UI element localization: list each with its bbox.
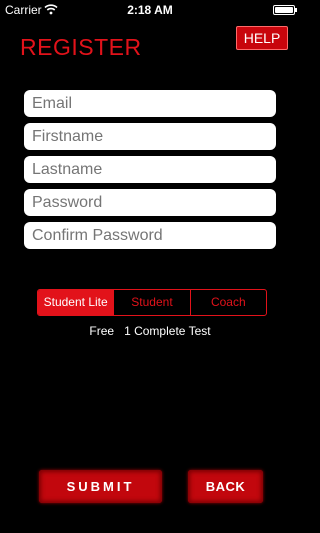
page-title: REGISTER (20, 34, 142, 60)
email-field[interactable] (24, 90, 276, 117)
password-field[interactable] (24, 189, 276, 216)
status-bar: Carrier 2:18 AM (0, 0, 300, 20)
lastname-field[interactable] (24, 156, 276, 183)
confirm-password-field[interactable] (24, 222, 276, 249)
plan-option-student-lite[interactable]: Student Lite (38, 290, 114, 315)
plan-option-student[interactable]: Student (113, 290, 189, 315)
firstname-field[interactable] (24, 123, 276, 150)
plan-option-coach[interactable]: Coach (189, 290, 266, 315)
battery-icon (273, 5, 297, 15)
back-button[interactable]: BACK (188, 470, 263, 503)
help-button[interactable]: HELP (236, 26, 288, 50)
status-time: 2:18 AM (127, 3, 173, 17)
plan-info: Free 1 Complete Test (89, 324, 211, 338)
submit-button[interactable]: SUBMIT (39, 470, 162, 503)
plan-selector: Student Lite Student Coach (37, 289, 267, 316)
